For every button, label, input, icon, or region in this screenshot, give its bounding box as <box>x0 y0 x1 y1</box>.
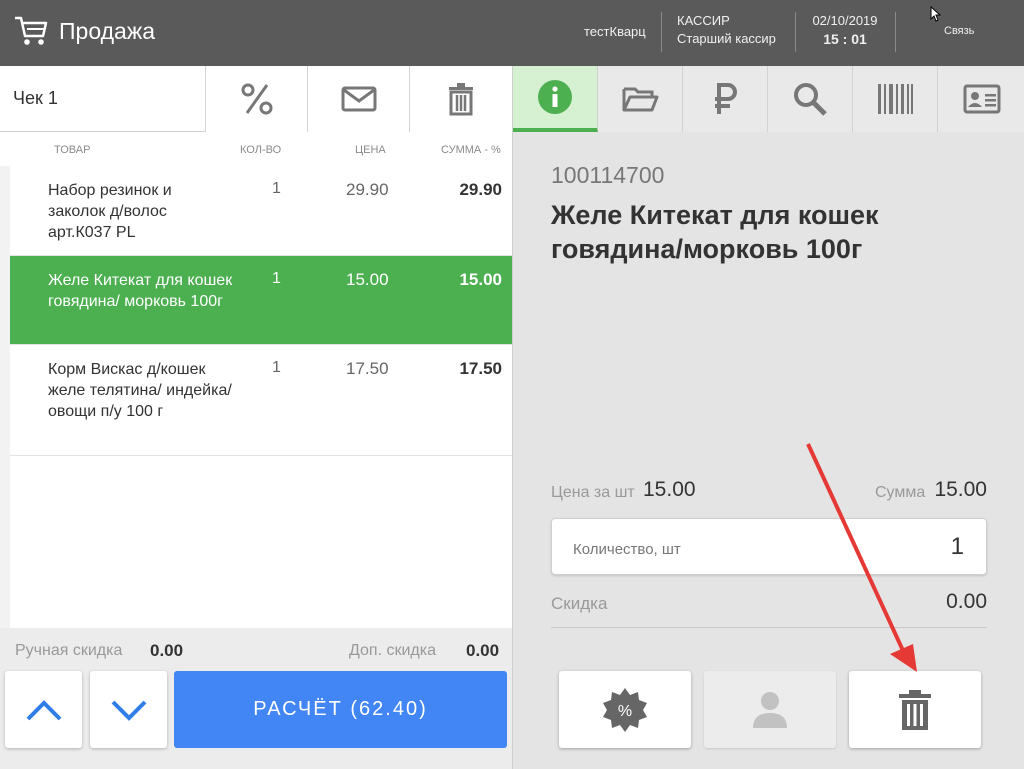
assign-seller-button[interactable] <box>704 671 836 748</box>
item-price: 15.00 <box>346 270 389 289</box>
cashier-role: КАССИР <box>677 13 730 28</box>
datetime: 02/10/2019 15 : 01 <box>808 12 882 54</box>
discount-label: Скидка <box>551 594 608 613</box>
header-divider <box>895 12 896 52</box>
chevron-down-icon <box>111 700 146 721</box>
quantity-value: 1 <box>950 533 964 560</box>
id-card-icon <box>963 84 1000 114</box>
scroll-up-button[interactable] <box>5 671 82 748</box>
price-label: Цена за шт <box>551 484 635 501</box>
payment-tab[interactable] <box>683 66 768 132</box>
item-sum: 29.90 <box>459 180 502 199</box>
store-name: тестКварц <box>584 24 646 39</box>
cart-icon <box>15 16 48 45</box>
sum-value: 15.00 <box>934 478 987 501</box>
envelope-icon <box>341 86 376 112</box>
column-product: ТОВАР <box>54 144 91 156</box>
delete-item-button[interactable] <box>849 671 981 748</box>
check-title: Чек 1 <box>13 88 58 108</box>
scroll-down-button[interactable] <box>90 671 167 748</box>
check-panel: Чек 1 ТОВАР КОЛ-ВО ЦЕНА СУММА - % Набор … <box>0 66 530 769</box>
check-discounts: Ручная скидка 0.00 Доп. скидка 0.00 <box>0 628 512 670</box>
item-price: 17.50 <box>346 359 389 378</box>
percent-icon <box>241 83 272 115</box>
info-icon <box>538 80 572 114</box>
ruble-icon <box>715 83 737 114</box>
extra-discount-label: Доп. скидка <box>349 642 436 659</box>
discount-line: Скидка 0.00 <box>551 590 987 628</box>
time-text: 15 : 01 <box>823 31 867 47</box>
discount-value: 0.00 <box>946 590 987 613</box>
details-toolbar <box>513 66 1024 132</box>
column-qty: КОЛ-ВО <box>240 144 282 156</box>
delete-check-button[interactable] <box>409 66 512 132</box>
barcode-tab[interactable] <box>853 66 938 132</box>
item-sum: 15.00 <box>459 270 502 289</box>
info-tab[interactable] <box>513 66 598 132</box>
app-header: Продажа тестКварц КАССИР Старший кассир … <box>0 0 1024 66</box>
extra-discount-value: 0.00 <box>466 641 500 660</box>
list-scrollbar[interactable] <box>0 166 10 628</box>
trash-icon <box>899 689 931 730</box>
discount-button[interactable] <box>205 66 307 132</box>
quantity-field[interactable]: Количество, шт 1 <box>551 518 987 575</box>
table-row-selected[interactable]: Желе Китекат для кошек говядина/ морковь… <box>10 256 530 345</box>
item-qty: 1 <box>272 180 281 197</box>
search-tab[interactable] <box>768 66 853 132</box>
table-row[interactable]: Набор резинок и заколок д/волос арт.К037… <box>10 166 512 256</box>
check-toolbar: Чек 1 <box>0 66 512 132</box>
item-price: 29.90 <box>346 180 389 199</box>
chevron-up-icon <box>26 699 61 720</box>
open-folder-tab[interactable] <box>598 66 683 132</box>
item-name: Корм Вискас д/кошек желе телятина/ индей… <box>48 361 232 420</box>
check-column-headers: ТОВАР КОЛ-ВО ЦЕНА СУММА - % <box>0 132 512 166</box>
trash-icon <box>449 83 473 116</box>
item-qty: 1 <box>272 359 281 376</box>
header-divider <box>795 12 796 52</box>
item-name: Набор резинок и заколок д/волос арт.К037… <box>48 182 172 241</box>
item-name: Желе Китекат для кошек говядина/ морковь… <box>48 272 233 310</box>
product-name: Желе Китекат для кошек говядина/морковь … <box>551 200 879 264</box>
email-receipt-button[interactable] <box>307 66 409 132</box>
user-icon <box>753 691 787 728</box>
price-value: 15.00 <box>643 478 696 501</box>
svg-text:%: % <box>618 703 632 720</box>
sum-label: Сумма <box>875 484 926 501</box>
customer-card-tab[interactable] <box>938 66 1024 132</box>
item-sum: 17.50 <box>459 359 502 378</box>
column-price: ЦЕНА <box>355 144 386 156</box>
table-row[interactable]: Корм Вискас д/кошек желе телятина/ индей… <box>10 345 512 456</box>
mouse-cursor-icon <box>930 6 942 22</box>
connection-link[interactable]: Связь <box>944 25 974 67</box>
cashier-name: Старший кассир <box>677 31 776 46</box>
item-qty: 1 <box>272 270 281 287</box>
check-items-list: Набор резинок и заколок д/волос арт.К037… <box>10 166 530 628</box>
page-title: Продажа <box>59 18 155 44</box>
discount-badge-icon: % <box>603 687 647 732</box>
header-divider <box>661 12 662 52</box>
pay-button[interactable]: РАСЧЁТ (62.40) <box>174 671 507 748</box>
column-sum: СУММА - % <box>441 144 501 156</box>
price-sum-line: Цена за шт 15.00 Сумма 15.00 <box>551 478 987 508</box>
manual-discount-label: Ручная скидка <box>15 642 123 659</box>
search-icon <box>794 83 827 116</box>
folder-open-icon <box>622 87 659 112</box>
quantity-label: Количество, шт <box>573 541 681 558</box>
product-details-panel: 100114700 Желе Китекат для кошек говядин… <box>512 66 1024 769</box>
item-discount-button[interactable]: % <box>559 671 691 748</box>
manual-discount-value: 0.00 <box>150 641 184 660</box>
cashier-info: КАССИР Старший кассир <box>677 12 776 54</box>
product-code: 100114700 <box>551 162 665 188</box>
date-text: 02/10/2019 <box>812 13 878 28</box>
barcode-icon <box>878 84 913 114</box>
